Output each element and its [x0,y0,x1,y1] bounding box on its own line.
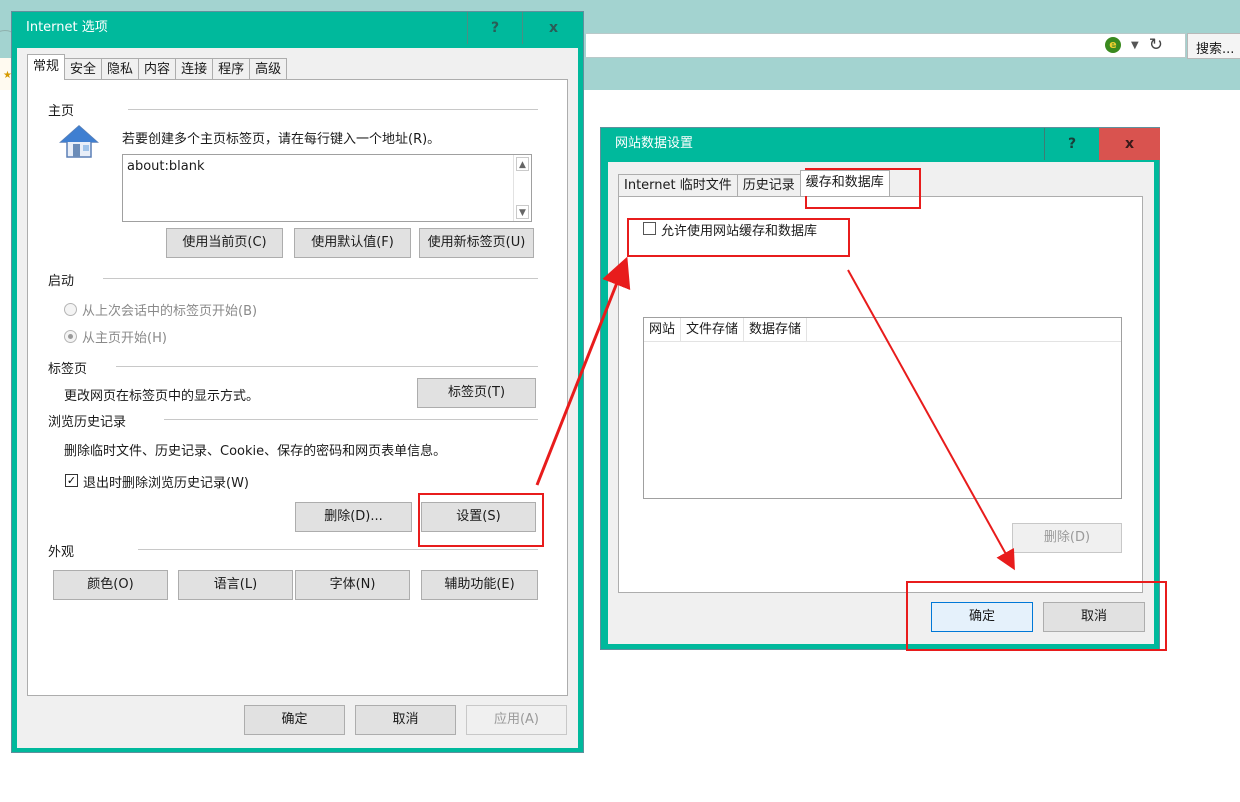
tab-security[interactable]: 安全 [64,58,103,80]
delete-on-exit-label: 退出时删除浏览历史记录(W) [83,476,249,491]
languages-button[interactable]: 语言(L) [178,570,293,600]
homepage-address-value: about:blank [127,159,205,174]
startup-home-radio[interactable] [64,330,77,343]
tab-strip: 常规 安全 隐私 内容 连接 程序 高级 [27,54,288,80]
general-tab-panel: 主页 若要创建多个主页标签页，请在每行键入一个地址(R)。 about:blan… [27,79,568,696]
delete-data-button[interactable]: 删除(D) [1012,523,1122,553]
delete-on-exit-checkbox[interactable]: ✓ [65,474,78,487]
fonts-button[interactable]: 字体(N) [295,570,410,600]
dialog-title: 网站数据设置 [615,136,694,151]
divider [116,366,538,367]
tabs-button[interactable]: 标签页(T) [417,378,536,408]
highlight-settings-button [418,493,544,547]
tab-privacy[interactable]: 隐私 [101,58,140,80]
address-bar[interactable] [586,33,1186,58]
dialog-body: 常规 安全 隐私 内容 连接 程序 高级 主页 若要创建多个主页标签页，请在每行… [17,48,578,748]
home-icon [59,124,99,158]
history-section-label: 浏览历史记录 [48,415,127,430]
homepage-description: 若要创建多个主页标签页，请在每行键入一个地址(R)。 [122,132,441,147]
use-new-tab-button[interactable]: 使用新标签页(U) [419,228,534,258]
delete-history-button[interactable]: 删除(D)... [295,502,412,532]
internet-options-dialog: Internet 选项 ? x 常规 安全 隐私 内容 连接 程序 高级 主页 … [11,11,584,753]
tabs-section-label: 标签页 [48,362,88,377]
search-box[interactable]: 搜索... [1187,33,1240,59]
highlight-allow-checkbox [627,218,850,257]
startup-last-session-label: 从上次会话中的标签页开始(B) [82,304,258,319]
close-button[interactable]: x [522,12,584,44]
address-bar-icons: e ▼ ↻ [1105,35,1163,55]
dialog-title: Internet 选项 [26,20,108,35]
highlight-footer-buttons [906,581,1167,651]
history-description: 删除临时文件、历史记录、Cookie、保存的密码和网页表单信息。 [64,444,447,459]
tab-general[interactable]: 常规 [27,54,66,80]
tabs-description: 更改网页在标签页中的显示方式。 [64,389,260,404]
scroll-down-icon[interactable]: ▼ [516,205,529,219]
startup-last-session-radio[interactable] [64,303,77,316]
accessibility-button[interactable]: 辅助功能(E) [421,570,538,600]
tab-cache-databases[interactable]: 缓存和数据库 [799,170,890,196]
startup-home-label: 从主页开始(H) [82,331,167,346]
tab-connections[interactable]: 连接 [175,58,214,80]
tab-history[interactable]: 历史记录 [736,174,801,196]
tab-content[interactable]: 内容 [138,58,177,80]
tab-temp-files[interactable]: Internet 临时文件 [618,174,738,196]
tab-strip: Internet 临时文件 历史记录 缓存和数据库 [618,170,890,196]
tab-programs[interactable]: 程序 [212,58,251,80]
divider [103,278,538,279]
tab-advanced[interactable]: 高级 [249,58,288,80]
column-website[interactable]: 网站 [644,318,682,341]
ok-button[interactable]: 确定 [244,705,345,735]
scroll-up-icon[interactable]: ▲ [516,157,529,171]
divider [164,419,538,420]
help-button[interactable]: ? [467,12,522,44]
colors-button[interactable]: 颜色(O) [53,570,168,600]
divider [128,109,538,110]
use-current-button[interactable]: 使用当前页(C) [166,228,283,258]
column-file-storage[interactable]: 文件存储 [681,318,745,341]
homepage-address-textarea[interactable]: about:blank ▲ ▼ [122,154,532,222]
compat-view-icon[interactable]: e [1105,37,1121,53]
website-data-list[interactable]: 网站 文件存储 数据存储 [643,317,1122,499]
startup-section-label: 启动 [48,274,75,289]
list-header: 网站 文件存储 数据存储 [644,318,1121,342]
use-default-button[interactable]: 使用默认值(F) [294,228,411,258]
help-button[interactable]: ? [1044,128,1099,160]
homepage-section-label: 主页 [48,104,75,119]
textarea-scrollbar[interactable]: ▲ ▼ [513,155,531,221]
refresh-icon[interactable]: ↻ [1149,35,1163,55]
apply-button[interactable]: 应用(A) [466,705,567,735]
column-data-storage[interactable]: 数据存储 [744,318,808,341]
cancel-button[interactable]: 取消 [355,705,456,735]
appearance-section-label: 外观 [48,545,75,560]
dropdown-icon[interactable]: ▼ [1131,40,1139,51]
close-button[interactable]: x [1099,128,1160,160]
divider [138,549,538,550]
